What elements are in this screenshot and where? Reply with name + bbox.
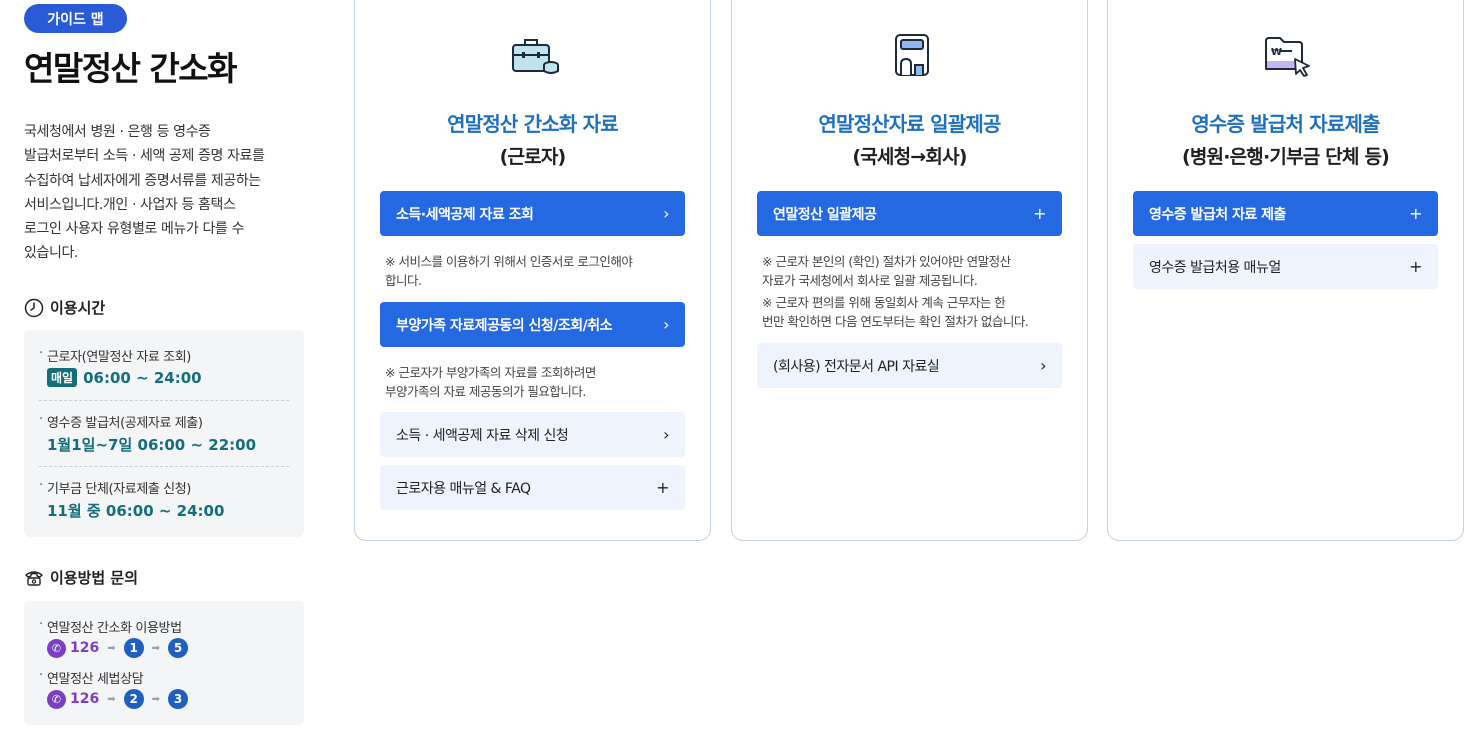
clock-icon: [24, 298, 44, 318]
inquiry-item-usage: 연말정산 간소화 이용방법 ✆ 126 ➡ 1 ➡ 5: [39, 617, 189, 658]
dependent-consent-button[interactable]: 부양가족 자료제공동의 신청/조회/취소 ›: [380, 302, 685, 347]
phone-icon: ✆: [47, 689, 66, 709]
inquiry-box: 연말정산 간소화 이용방법 ✆ 126 ➡ 1 ➡ 5 연말정산 세법상담 ✆ …: [24, 601, 304, 725]
usage-time-box: 근로자(연말정산 자료 조회) 매일06:00 ~ 24:00 영수증 발급처(…: [24, 330, 304, 537]
arrow-right-icon: ➡: [151, 642, 161, 654]
card-note: ※ 근로자 편의를 위해 동일회사 계속 근무자는 한 번만 확인하면 다음 연도…: [762, 295, 1029, 329]
intro-text: 국세청에서 병원 · 은행 등 영수증 발급처로부터 소득 · 세액 공제 증명…: [24, 124, 265, 262]
plus-icon: +: [1409, 257, 1422, 276]
card-note: ※ 서비스를 이용하기 위해서 인증서로 로그인해야 합니다.: [385, 254, 633, 288]
income-deduction-inquiry-button[interactable]: 소득·세액공제 자료 조회 ›: [380, 191, 685, 236]
api-library-button[interactable]: (회사용) 전자문서 API 자료실 ›: [757, 343, 1062, 388]
inquiry-item-tax: 연말정산 세법상담 ✆ 126 ➡ 2 ➡ 3: [39, 668, 189, 709]
step-number: 3: [168, 689, 189, 709]
worker-manual-faq-button[interactable]: 근로자용 매뉴얼 & FAQ +: [380, 465, 685, 510]
chevron-right-icon: ›: [663, 425, 669, 444]
time-item-worker: 근로자(연말정산 자료 조회) 매일06:00 ~ 24:00: [39, 346, 202, 387]
chevron-right-icon: ›: [663, 315, 669, 334]
card-issuer-submission: ₩ 영수증 발급처 자료제출 (병원·은행·기부금 단체 등) 영수증 발급처 …: [1107, 0, 1464, 541]
card-title: 연말정산자료 일괄제공: [818, 112, 1001, 136]
folder-won-cursor-icon: ₩: [1264, 33, 1312, 77]
issuer-data-submit-button[interactable]: 영수증 발급처 자료 제출 +: [1133, 191, 1438, 236]
card-note: ※ 근로자 본인의 (확인) 절차가 있어야만 연말정산 자료가 국세청에서 회사…: [762, 254, 1011, 288]
daily-badge: 매일: [47, 368, 78, 387]
card-subtitle: (병원·은행·기부금 단체 등): [1181, 146, 1390, 168]
card-bulk-provision: 연말정산자료 일괄제공 (국세청→회사) 연말정산 일괄제공 + ※ 근로자 본인…: [731, 0, 1088, 541]
svg-text:₩: ₩: [1271, 47, 1282, 58]
usage-time-heading: 이용시간: [24, 297, 105, 318]
card-note: ※ 근로자가 부양가족의 자료를 조회하려면 부양가족의 자료 제공동의가 필요합…: [385, 365, 596, 399]
card-title: 연말정산 간소화 자료: [447, 112, 619, 136]
card-subtitle: (근로자): [499, 146, 567, 168]
briefcase-coins-icon: [511, 33, 559, 77]
plus-icon: +: [656, 478, 669, 497]
bulk-provision-button[interactable]: 연말정산 일괄제공 +: [757, 191, 1062, 236]
arrow-right-icon: ➡: [151, 693, 161, 705]
plus-icon: +: [1409, 204, 1422, 223]
time-item-issuer: 영수증 발급처(공제자료 제출) 1월1일~7일 06:00 ~ 22:00: [39, 412, 256, 455]
step-number: 1: [123, 638, 144, 658]
guide-map-badge: 가이드 맵: [24, 4, 127, 33]
chevron-right-icon: ›: [1040, 356, 1046, 375]
page-title: 연말정산 간소화: [24, 49, 238, 88]
deduction-delete-request-button[interactable]: 소득 · 세액공제 자료 삭제 신청 ›: [380, 412, 685, 457]
divider: [39, 400, 289, 401]
plus-icon: +: [1033, 204, 1046, 223]
inquiry-heading: 이용방법 문의: [24, 567, 138, 588]
chevron-right-icon: ›: [663, 204, 669, 223]
divider: [39, 466, 289, 467]
step-number: 2: [123, 689, 144, 709]
building-icon: [888, 33, 936, 77]
phone-icon: ✆: [47, 638, 66, 658]
issuer-manual-button[interactable]: 영수증 발급처용 매뉴얼 +: [1133, 244, 1438, 289]
card-subtitle: (국세청→회사): [852, 146, 967, 168]
arrow-right-icon: ➡: [107, 693, 116, 705]
arrow-right-icon: ➡: [107, 642, 116, 654]
time-item-donation: 기부금 단체(자료제출 신청) 11월 중 06:00 ~ 24:00: [39, 478, 224, 521]
card-worker-data: 연말정산 간소화 자료 (근로자) 소득·세액공제 자료 조회 › ※ 서비스를 …: [354, 0, 711, 541]
telephone-icon: [24, 568, 44, 588]
step-number: 5: [168, 638, 189, 658]
card-title: 영수증 발급처 자료제출: [1191, 112, 1380, 136]
